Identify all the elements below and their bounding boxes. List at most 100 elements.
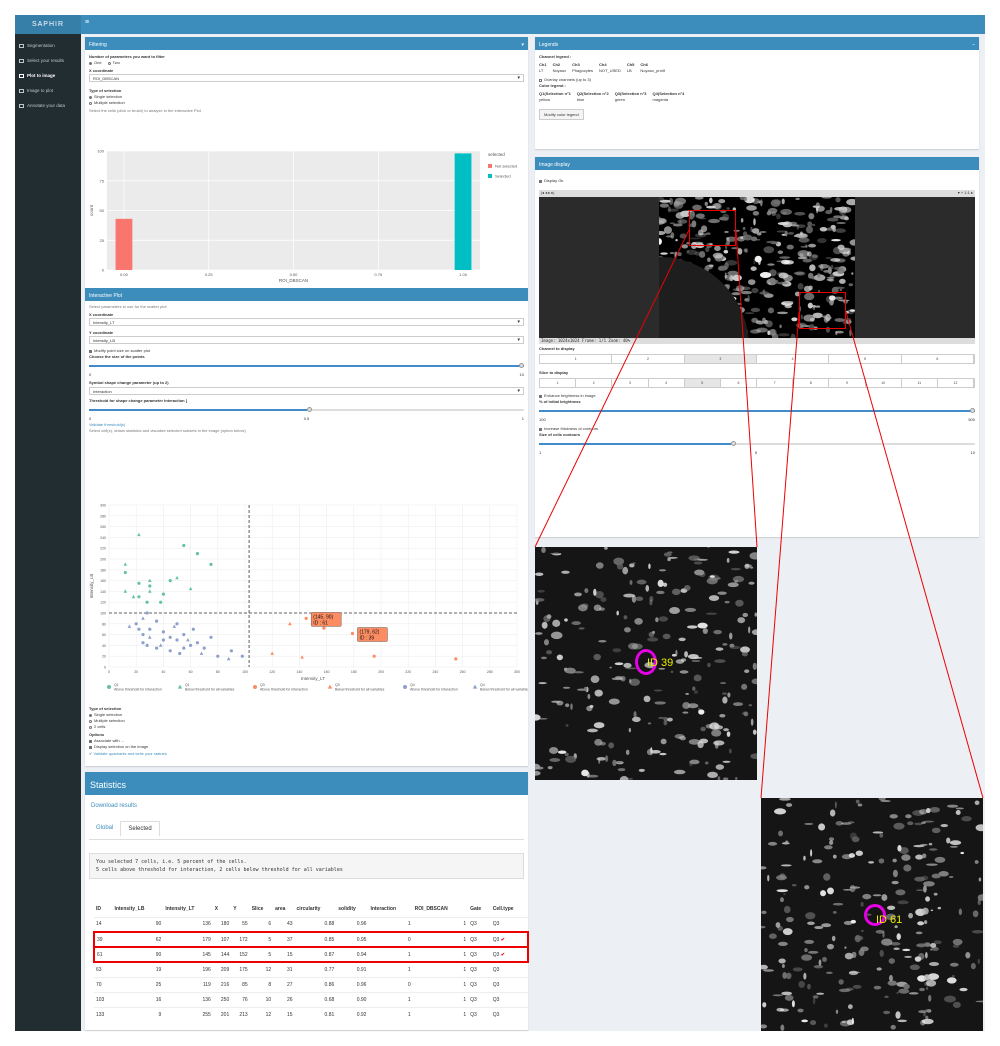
column-header[interactable]: ID <box>94 901 112 917</box>
validate-quadrants-link[interactable]: ✔ Validate quadrants and write your stat… <box>89 751 167 757</box>
contour-size-slider[interactable] <box>539 438 975 450</box>
slice-button-2[interactable]: 2 <box>576 379 613 387</box>
viewer-zoom-buttons[interactable]: ▾ + 1:1 ▸ <box>958 190 973 195</box>
sidebar-item-plot-to-image[interactable]: Plot to image <box>15 68 81 83</box>
slice-button-8[interactable]: 8 <box>793 379 830 387</box>
slice-button-11[interactable]: 11 <box>902 379 938 387</box>
slice-button-12[interactable]: 12 <box>938 379 975 387</box>
slice-button-7[interactable]: 7 <box>757 379 794 387</box>
texture-blob <box>593 653 601 661</box>
radio-two[interactable]: Two <box>107 60 120 66</box>
sidebar-item-image-to-plot[interactable]: Image to plot <box>15 83 81 98</box>
column-header[interactable]: Interaction <box>368 901 412 917</box>
table-row[interactable]: 133 9 255 201 213 12 15 0.81 0.92 1 1 Q3 Q3 <box>94 1006 528 1022</box>
scatter-x-select[interactable]: Intensity_LT <box>89 318 524 326</box>
sidebar-item-segmentation[interactable]: Segmentation <box>15 38 81 53</box>
texture-blob <box>662 633 671 640</box>
app-logo[interactable]: SAPHIR <box>15 15 81 34</box>
texture-blob <box>777 333 790 337</box>
slice-button-5[interactable]: 5 <box>684 379 721 387</box>
tab-selected[interactable]: Selected <box>120 821 160 836</box>
table-row[interactable]: 39 62 179 107 172 5 37 0.85 0.95 0 1 Q3 Q3 ✔ <box>92 931 530 948</box>
column-header[interactable]: X <box>213 901 231 917</box>
texture-blob <box>779 1008 789 1012</box>
image-display-header[interactable]: Image display <box>535 160 979 170</box>
channel-button-1[interactable]: 1 <box>540 355 613 363</box>
texture-blob <box>628 777 633 780</box>
table-row[interactable]: 14 90 136 180 55 6 43 0.88 0.96 1 1 Q3 Q3 <box>94 916 528 932</box>
texture-blob <box>777 250 784 254</box>
column-header[interactable]: area <box>273 901 294 917</box>
slice-button-9[interactable]: 9 <box>829 379 866 387</box>
column-header[interactable]: ROI_DBSCAN <box>413 901 468 917</box>
scatter-y-select[interactable]: Intensity_LB <box>89 336 524 344</box>
channel-button-6[interactable]: 6 <box>902 355 974 363</box>
column-header[interactable]: Y <box>231 901 249 917</box>
texture-blob <box>623 662 632 668</box>
collapse-icon[interactable]: – <box>972 40 975 50</box>
y-tick-label: 0 <box>102 268 105 273</box>
column-header[interactable]: Slice <box>250 901 273 917</box>
texture-blob <box>879 832 884 838</box>
table-row[interactable]: 61 90 145 144 152 5 15 0.87 0.94 1 1 Q3 Q3 ✔ <box>92 946 530 963</box>
slice-button-4[interactable]: 4 <box>649 379 685 387</box>
texture-blob <box>970 962 976 970</box>
texture-blob <box>563 667 568 671</box>
threshold-slider[interactable] <box>89 404 524 416</box>
cell-image[interactable] <box>659 197 855 338</box>
table-row[interactable]: 103 16 136 250 76 10 26 0.68 0.90 1 1 Q3 Q3 <box>94 991 528 1007</box>
texture-blob <box>622 566 629 575</box>
column-header[interactable]: solidity <box>336 901 368 917</box>
texture-blob <box>795 197 800 201</box>
scatter-plot[interactable]: 0204060801001201401601802002202402602803… <box>85 497 528 707</box>
texture-blob <box>807 921 815 926</box>
column-header[interactable]: circularity <box>295 901 337 917</box>
display-selection-checkbox[interactable]: Display selection on the image <box>89 744 167 750</box>
point-size-slider[interactable] <box>89 360 524 372</box>
hamburger-icon[interactable]: ≡ <box>85 19 89 26</box>
slice-button-6[interactable]: 6 <box>721 379 758 387</box>
column-header[interactable]: Cell.type <box>491 901 528 917</box>
slice-button-1[interactable]: 1 <box>540 379 577 387</box>
legends-header[interactable]: Legends – <box>535 40 979 50</box>
channel-button-3[interactable]: 3 <box>684 355 757 363</box>
texture-blob <box>670 670 674 674</box>
slice-button-3[interactable]: 3 <box>612 379 649 387</box>
display-checkbox[interactable]: Display Ok <box>539 178 563 184</box>
viewer-nav-buttons[interactable]: |◂ ◂ ▸ ▸| <box>541 190 554 195</box>
symbol-input[interactable]: Interaction <box>89 387 524 395</box>
modify-color-legend-button[interactable]: Modify color legend <box>539 109 584 120</box>
column-header[interactable]: Intensity_LB <box>112 901 163 917</box>
texture-blob <box>808 212 815 220</box>
texture-blob <box>896 933 901 941</box>
download-results-link[interactable]: Download results <box>91 803 137 809</box>
table-cell: 136 <box>163 991 213 1007</box>
radio-one[interactable]: One <box>89 60 102 66</box>
sidebar-item-label: Plot to image <box>27 73 56 78</box>
channel-button-4[interactable]: 4 <box>757 355 830 363</box>
texture-blob <box>730 567 741 571</box>
brightness-slider[interactable] <box>539 405 975 417</box>
image-viewer[interactable]: |◂ ◂ ▸ ▸| ▾ + 1:1 ▸ Image: 1024x1024 Fra… <box>539 190 975 344</box>
channel-button-5[interactable]: 5 <box>829 355 902 363</box>
texture-blob <box>776 260 787 263</box>
interactive-plot-header[interactable]: Interactive Plot <box>85 291 528 301</box>
tab-global[interactable]: Global <box>89 821 120 836</box>
sidebar-item-select-results[interactable]: Select your results <box>15 53 81 68</box>
slice-button-10[interactable]: 10 <box>866 379 902 387</box>
viewer-toolbar: |◂ ◂ ▸ ▸| ▾ + 1:1 ▸ <box>539 190 975 197</box>
texture-blob <box>876 967 882 971</box>
x-coordinate-select[interactable]: ROI_DBSCAN <box>89 74 524 82</box>
filtering-header[interactable]: Filtering ▾ <box>85 40 528 50</box>
channel-button-2[interactable]: 2 <box>612 355 685 363</box>
column-header[interactable]: Gate <box>468 901 491 917</box>
sidebar-item-annotate[interactable]: Annotate your data <box>15 98 81 113</box>
table-row[interactable]: 70 25 119 216 85 8 27 0.86 0.96 0 1 Q3 Q3 <box>94 976 528 992</box>
histogram-chart[interactable]: 0 25 50 75 100 0.00 0.25 0.50 0.75 1.00 ROI_DBSCAN… <box>85 146 528 286</box>
radio-multiple[interactable]: Multiple selection <box>89 100 524 106</box>
collapse-icon[interactable]: ▾ <box>521 40 524 50</box>
texture-blob <box>729 632 733 640</box>
radio-zones[interactable]: 2 cells <box>89 724 167 730</box>
table-row[interactable]: 63 19 196 209 175 12 31 0.77 0.91 1 1 Q3 Q3 <box>94 961 528 977</box>
column-header[interactable]: Intensity_LT <box>163 901 212 917</box>
